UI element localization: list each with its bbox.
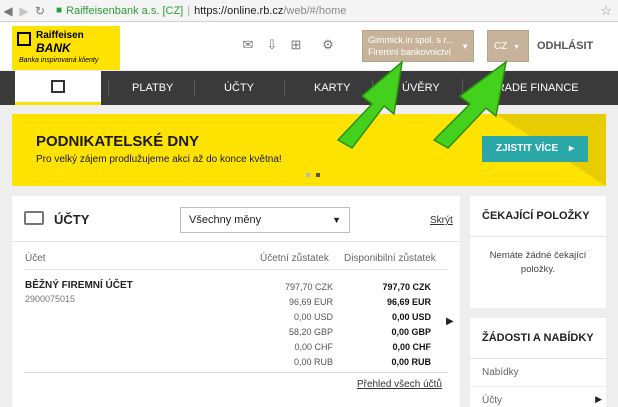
divider [24,269,448,270]
ledger-balance: 797,70 CZK [284,282,333,292]
column-header-ledger: Účetní zůstatek [260,253,329,264]
raiffeisen-logo[interactable]: Raiffeisen BANK Banka inspirovaná klient… [12,26,120,70]
column-header-available: Disponibilní zůstatek [344,253,436,264]
available-balances: 797,70 CZK 96,69 EUR 0,00 USD 0,00 GBP 0… [382,280,431,370]
chevron-down-icon: ▼ [461,42,469,51]
chevron-right-icon: ▶ [595,394,602,404]
available-balance: 0,00 USD [391,312,431,322]
logo-tagline: Banka inspirovaná klienty [19,57,99,64]
separator: | [187,4,191,17]
account-switcher[interactable]: Gimmick.in spol. s r... Firemní bankovni… [362,30,474,62]
pending-panel: ČEKAJÍCÍ POLOŽKY Nemáte žádné čekající p… [470,196,606,308]
main-nav: PLATBY ÚČTY KARTY ÚVĚRY TRADE FINANCE [0,71,618,105]
ledger-balances: 797,70 CZK 96,69 EUR 0,00 USD 58,20 GBP … [285,280,333,370]
nav-item-uvery[interactable]: ÚVĚRY [402,71,440,105]
accounts-panel-header: ÚČTY Všechny měny ▼ Skrýt [12,196,460,242]
ledger-balance: 0,00 RUB [293,357,333,367]
logo-mark-icon [17,32,31,46]
banner-subtitle: Pro velký zájem prodlužujeme akci až do … [36,154,282,165]
requests-title: ŽÁDOSTI A NABÍDKY [470,318,606,359]
forward-icon[interactable]: ▶ [16,4,32,18]
mail-icon[interactable]: ✉ [240,37,256,53]
accounts-panel: ÚČTY Všechny měny ▼ Skrýt Účet Účetní zů… [12,196,460,407]
divider [24,372,448,373]
nav-divider [462,79,463,97]
accounts-request-label: Účty [482,395,502,406]
back-icon[interactable]: ◀ [0,4,16,18]
nav-divider [108,79,109,97]
learn-more-button[interactable]: ZJISTIT VÍCE ▸ [482,136,588,162]
available-balance: 0,00 CHF [392,342,431,352]
available-balance: 96,69 EUR [386,297,431,307]
banner-title: PODNIKATELSKÉ DNY [36,133,200,150]
carousel-dot[interactable] [306,173,310,177]
home-icon [51,80,65,93]
nav-item-platby[interactable]: PLATBY [132,71,173,105]
url-host[interactable]: https://online.rb.cz [194,5,283,17]
gear-icon[interactable]: ⚙ [320,37,336,53]
hide-link[interactable]: Skrýt [430,215,453,226]
account-detail-arrow-icon[interactable]: ▶ [446,316,454,327]
accounts-title: ÚČTY [54,212,90,227]
column-header-account: Účet [25,253,46,264]
site-identity: Raiffeisenbank a.s. [CZ] [66,4,184,17]
language-label: CZ [494,41,508,52]
currency-select-value: Všechny měny [189,214,262,226]
all-accounts-link[interactable]: Přehled všech účtů [357,379,442,390]
accounts-request-link[interactable]: Účty ▶ [470,387,606,407]
nav-home[interactable] [15,71,101,105]
nav-divider [372,79,373,97]
account-number: 2900075015 [25,294,76,304]
account-name[interactable]: BĚŽNÝ FIREMNÍ ÚČET [25,280,133,291]
bookmark-star-icon[interactable]: ☆ [600,3,612,19]
url-path[interactable]: /web/#/home [283,5,346,17]
pending-title: ČEKAJÍCÍ POLOŽKY [470,196,606,237]
pending-message: Nemáte žádné čekající položky. [489,250,587,275]
logo-name-line1: Raiffeisen [36,30,84,41]
available-balance: 0,00 RUB [391,357,431,367]
lock-icon: ■ [56,5,63,16]
nav-item-trade-finance[interactable]: TRADE FINANCE [490,71,579,105]
language-switcher[interactable]: CZ ▼ [487,30,529,62]
account-switcher-type: Firemní bankovnictví [368,47,452,57]
chevron-down-icon: ▼ [513,44,521,51]
nav-item-ucty[interactable]: ÚČTY [224,71,254,105]
learn-more-label: ZJISTIT VÍCE [495,143,559,154]
ledger-balance: 0,00 CHF [294,342,333,352]
download-icon[interactable]: ⇩ [264,37,280,53]
offers-label: Nabídky [482,367,519,378]
requests-panel: ŽÁDOSTI A NABÍDKY Nabídky Účty ▶ [470,308,606,407]
ledger-balance: 96,69 EUR [288,297,333,307]
logo-name-line2: BANK [36,41,71,55]
account-switcher-name: Gimmick.in spol. s r... [368,35,454,45]
currency-select[interactable]: Všechny měny ▼ [180,207,350,233]
available-balance: 0,00 GBP [391,327,431,337]
nav-item-karty[interactable]: KARTY [314,71,350,105]
ledger-balance: 58,20 GBP [288,327,333,337]
nav-divider [194,79,195,97]
caret-down-icon: ▼ [332,215,341,225]
chevron-right-icon: ▸ [568,143,575,154]
reload-icon[interactable]: ↻ [32,4,48,18]
offers-link[interactable]: Nabídky [470,359,606,387]
carousel-dot-active[interactable] [316,173,320,177]
basket-icon[interactable]: ⊞ [288,37,304,53]
logout-link[interactable]: ODHLÁSIT [537,40,593,52]
available-balance: 797,70 CZK [382,282,431,292]
browser-address-bar: ◀ ▶ ↻ ■ Raiffeisenbank a.s. [CZ] | https… [0,0,618,22]
wallet-icon [24,211,44,225]
ledger-balance: 0,00 USD [293,312,333,322]
nav-divider [284,79,285,97]
